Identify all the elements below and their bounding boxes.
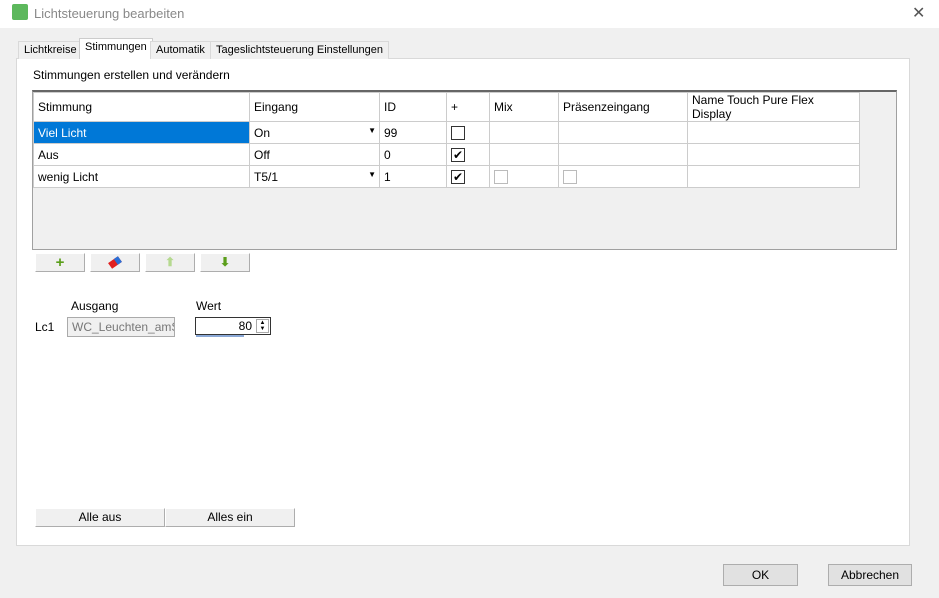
tab-stimmungen[interactable]: Stimmungen xyxy=(79,38,153,59)
wert-value: 80 xyxy=(238,319,252,333)
cell-stimmung[interactable]: wenig Licht xyxy=(33,165,250,188)
wert-level-bar xyxy=(196,335,244,337)
alle-ein-button[interactable]: Alles ein xyxy=(165,508,295,527)
eingang-value[interactable]: Off xyxy=(249,143,380,166)
cell-id[interactable]: 99 xyxy=(379,121,447,144)
wert-spinner[interactable]: 80 ▲ ▼ xyxy=(195,317,271,337)
tab-tageslicht[interactable]: Tageslichtsteuerung Einstellungen xyxy=(210,41,389,59)
table-row[interactable]: wenig Licht T5/1 ▼ 1 ✔ xyxy=(33,165,860,188)
col-eingang[interactable]: Eingang xyxy=(249,92,380,122)
mix-checkbox[interactable] xyxy=(494,169,508,184)
move-down-button[interactable]: ⬇ xyxy=(200,253,250,272)
arrow-up-icon: ⬆ xyxy=(164,255,176,269)
eingang-value: T5/1 xyxy=(254,169,279,184)
app-icon xyxy=(12,4,28,20)
col-name-touch[interactable]: Name Touch Pure Flex Display xyxy=(687,92,860,122)
tab-lichtkreise[interactable]: Lichtkreise xyxy=(18,41,83,59)
add-button[interactable]: + xyxy=(35,253,85,272)
cell-id[interactable]: 1 xyxy=(379,165,447,188)
header-row: Stimmung Eingang ID + Mix Präsenzeingang… xyxy=(33,92,860,122)
table-row[interactable]: Viel Licht On ▼ 99 xyxy=(33,121,860,144)
arrow-down-icon: ⬇ xyxy=(219,255,231,269)
plus-checkbox[interactable]: ✔ xyxy=(451,169,465,184)
wert-label: Wert xyxy=(196,299,222,313)
plus-checkbox[interactable]: ✔ xyxy=(451,147,465,162)
chevron-down-icon[interactable]: ▼ xyxy=(368,170,376,179)
col-id[interactable]: ID xyxy=(379,92,447,122)
eingang-dropdown[interactable]: On ▼ xyxy=(249,121,380,144)
ok-button[interactable]: OK xyxy=(723,564,798,586)
table-row[interactable]: Aus Off 0 ✔ xyxy=(33,143,860,166)
stimmungen-grid[interactable]: Stimmung Eingang ID + Mix Präsenzeingang… xyxy=(32,90,897,250)
col-praesenz[interactable]: Präsenzeingang xyxy=(558,92,688,122)
plus-checkbox[interactable] xyxy=(451,125,465,140)
close-icon[interactable]: ✕ xyxy=(912,3,925,23)
eingang-value: On xyxy=(254,125,271,140)
spinner-arrows-icon[interactable]: ▲ ▼ xyxy=(256,319,269,333)
eingang-dropdown[interactable]: T5/1 ▼ xyxy=(249,165,380,188)
cell-stimmung[interactable]: Aus xyxy=(33,143,250,166)
cancel-button[interactable]: Abbrechen xyxy=(828,564,912,586)
delete-button[interactable] xyxy=(90,253,140,272)
col-stimmung[interactable]: Stimmung xyxy=(33,92,250,122)
lc1-label: Lc1 xyxy=(35,320,55,334)
window-title: Lichtsteuerung bearbeiten xyxy=(34,6,185,21)
ausgang-label: Ausgang xyxy=(71,299,119,313)
tab-automatik[interactable]: Automatik xyxy=(150,41,211,59)
alle-aus-button[interactable]: Alle aus xyxy=(35,508,165,527)
cell-stimmung[interactable]: Viel Licht xyxy=(33,121,250,144)
praesenz-checkbox[interactable] xyxy=(563,169,577,184)
move-up-button[interactable]: ⬆ xyxy=(145,253,195,272)
col-mix[interactable]: Mix xyxy=(489,92,559,122)
section-title: Stimmungen erstellen und verändern xyxy=(33,68,230,82)
col-plus[interactable]: + xyxy=(446,92,490,122)
chevron-down-icon[interactable]: ▼ xyxy=(368,126,376,135)
plus-icon: + xyxy=(55,254,65,271)
cell-id[interactable]: 0 xyxy=(379,143,447,166)
eraser-icon xyxy=(108,256,122,269)
ausgang-field[interactable]: WC_Leuchten_amS| xyxy=(67,317,175,337)
